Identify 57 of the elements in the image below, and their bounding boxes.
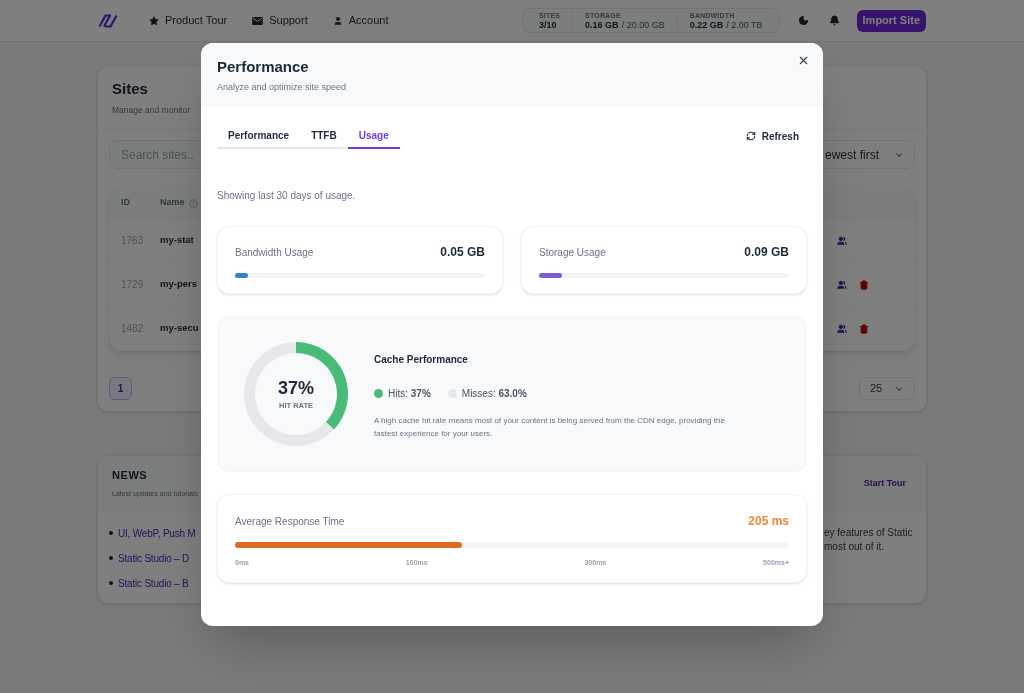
usage-label: Bandwidth Usage bbox=[235, 245, 314, 260]
hit-rate-value: 37% bbox=[278, 378, 314, 398]
people-icon[interactable] bbox=[837, 323, 847, 334]
refresh-button[interactable]: Refresh bbox=[745, 128, 799, 144]
trash-icon[interactable] bbox=[859, 279, 869, 290]
star-icon bbox=[149, 15, 159, 26]
page-button[interactable]: 1 bbox=[109, 377, 132, 400]
stat-limit: / 20.00 GB bbox=[621, 20, 665, 30]
news-link[interactable]: UI, WebP, Push M bbox=[118, 525, 196, 541]
usage-value: 0.09 GB bbox=[744, 244, 789, 261]
bullet-icon bbox=[109, 556, 113, 560]
bullet-icon bbox=[109, 581, 113, 585]
legend-text: Misses: 63.0% bbox=[461, 387, 527, 401]
per-page-select[interactable]: 25 bbox=[859, 377, 915, 400]
stat-value: 0.22 GB bbox=[689, 20, 724, 30]
column-header: Name bbox=[160, 196, 185, 210]
news-link[interactable]: Static Studio – D bbox=[118, 550, 190, 566]
import-site-button[interactable]: Import Site bbox=[856, 9, 926, 32]
people-icon[interactable] bbox=[837, 235, 847, 246]
nav-link[interactable]: Support bbox=[252, 12, 308, 29]
card-subtitle: Manage and monitor bbox=[112, 104, 190, 116]
table-cell: my-pers bbox=[160, 277, 197, 292]
stat-value: 0.16 GB bbox=[585, 20, 619, 30]
usage-value: 0.05 GB bbox=[440, 244, 485, 261]
dialog-subtitle: Analyze and optimize site speed bbox=[217, 81, 347, 93]
tab[interactable]: Performance bbox=[217, 123, 301, 149]
news-link[interactable]: Static Studio – B bbox=[118, 575, 189, 591]
legend-text: Hits: 37% bbox=[388, 387, 431, 401]
table-cell: my-secu bbox=[160, 321, 199, 336]
card-title: Sites bbox=[112, 79, 148, 99]
bullet-icon bbox=[109, 531, 113, 535]
usage-label: Storage Usage bbox=[539, 245, 606, 260]
people-icon[interactable] bbox=[837, 279, 847, 290]
tab[interactable]: Usage bbox=[347, 123, 400, 149]
response-label: Average Response Time bbox=[235, 514, 345, 529]
tab[interactable]: TTFB bbox=[300, 123, 348, 149]
start-tour-link[interactable]: Start Tour bbox=[863, 476, 906, 491]
column-header: ID bbox=[121, 196, 130, 210]
nav-link[interactable]: Account bbox=[332, 12, 389, 29]
logo-icon[interactable] bbox=[98, 13, 118, 28]
news-description: ey features of Static most out of it. bbox=[824, 526, 914, 554]
trash-icon[interactable] bbox=[859, 323, 869, 334]
table-cell: my-stat bbox=[160, 233, 194, 248]
cache-title: Cache Performance bbox=[374, 353, 468, 367]
stat-value: 3/10 bbox=[539, 20, 557, 30]
stat-limit: / 2.00 TB bbox=[726, 20, 763, 30]
cache-description: A high cache hit rate means most of your content is being served from the CDN edge, providing the fastest experience for your users. bbox=[374, 415, 726, 440]
moon-icon bbox=[798, 15, 810, 26]
usage-period-note: Showing last 30 days of usage. bbox=[217, 189, 356, 203]
refresh-icon bbox=[745, 131, 756, 141]
bell-icon bbox=[829, 15, 841, 26]
envelope-icon bbox=[252, 16, 264, 25]
card-title: NEWS bbox=[112, 468, 148, 483]
nav-link[interactable]: Product Tour bbox=[149, 12, 228, 29]
person-icon bbox=[332, 15, 343, 26]
response-value: 205 ms bbox=[748, 513, 789, 530]
dialog-title: Performance bbox=[217, 57, 309, 77]
